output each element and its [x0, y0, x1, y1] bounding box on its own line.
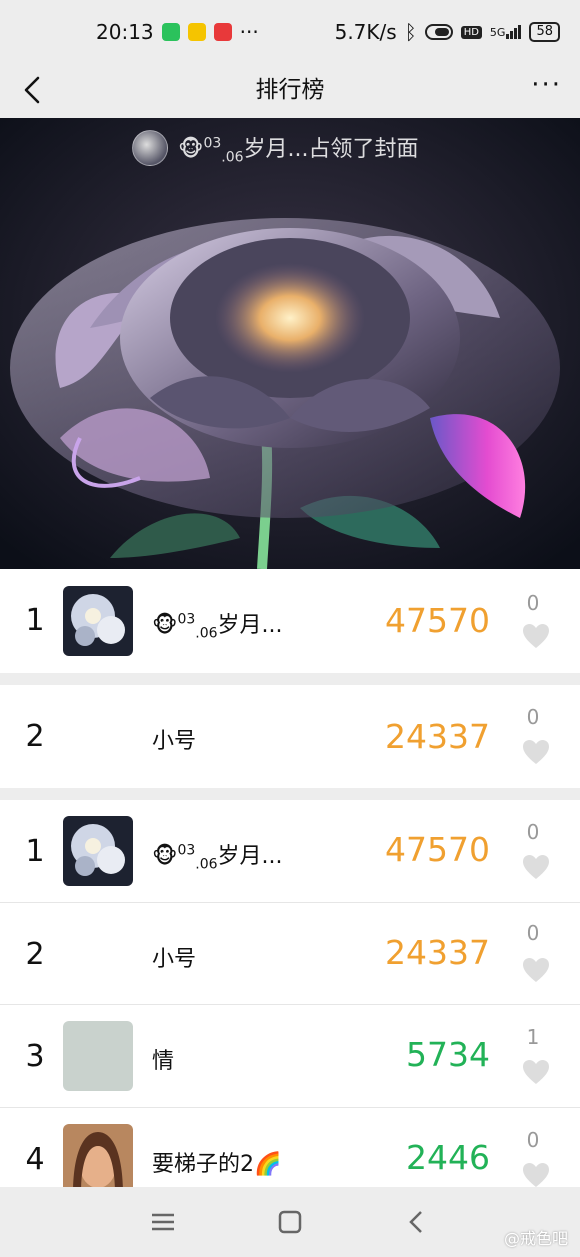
user-name-text: 岁月... [217, 613, 283, 638]
user-name: 要梯子的2🌈 [152, 1152, 282, 1177]
rank-number: 3 [25, 1039, 45, 1074]
cover-caption-sub: .06 [221, 149, 244, 166]
battery-indicator: 58 [529, 22, 560, 42]
more-notifications-icon: ··· [239, 20, 259, 44]
user-name: 🐵03.06岁月... [152, 607, 283, 642]
heart-icon[interactable] [522, 739, 550, 765]
rank-number: 2 [25, 719, 45, 754]
user-name: 🐵03.06岁月... [152, 838, 283, 873]
step-count: 47570 [385, 830, 490, 869]
rank-number: 1 [25, 834, 45, 869]
like-count: 0 [526, 705, 540, 729]
delivery-app-icon [187, 23, 206, 41]
toggle-icon [424, 24, 453, 40]
avatar[interactable] [63, 1021, 133, 1091]
cover-caption: 🐵03.06岁月...占领了封面 [132, 130, 419, 166]
step-count: 5734 [406, 1035, 490, 1074]
like-count: 0 [526, 591, 540, 615]
avatar[interactable] [63, 586, 133, 656]
heart-icon[interactable] [522, 1162, 550, 1188]
cover-image: 🐵03.06岁月...占领了封面 [0, 118, 580, 569]
watermark: @戒色吧 [503, 1229, 568, 1248]
like-count: 1 [526, 1025, 540, 1049]
user-name: 小号 [152, 729, 197, 754]
list-item[interactable]: 4 要梯子的2🌈 2446 0 [0, 1108, 580, 1188]
status-right: 5.7K/s ᛒ HD 5G 58 [335, 20, 560, 44]
user-name-emoji: 🐵 [152, 613, 178, 638]
home-icon[interactable] [275, 1207, 305, 1237]
more-button[interactable]: ··· [531, 70, 562, 100]
flower-illustration [0, 118, 580, 569]
menu-icon[interactable] [148, 1207, 178, 1237]
user-name: 小号 [152, 947, 197, 972]
user-name-sup: 03 [177, 842, 196, 859]
system-nav-bar: @戒色吧 [0, 1187, 580, 1257]
cover-avatar[interactable] [132, 130, 168, 166]
top-rank-row[interactable]: 2 小号 24337 0 [0, 685, 580, 788]
list-item[interactable]: 2 小号 24337 0 [0, 903, 580, 1004]
status-left: 20:13 ··· [96, 20, 259, 44]
heart-icon[interactable] [522, 1059, 550, 1085]
network-type: 5G [489, 26, 506, 39]
heart-icon[interactable] [522, 957, 550, 983]
my-rank-row[interactable]: 1 🐵03.06岁月... 47570 0 [0, 569, 580, 673]
list-item[interactable]: 1 🐵03.06岁月... 47570 0 [0, 800, 580, 902]
step-count: 2446 [406, 1138, 490, 1177]
flower-avatar-image [63, 586, 133, 656]
user-name-emoji: 🐵 [152, 844, 178, 869]
user-name: 情 [152, 1049, 175, 1074]
user-name-sup: 03 [177, 611, 196, 628]
step-count: 24337 [385, 933, 490, 972]
rank-number: 4 [25, 1142, 45, 1177]
page-title: 排行榜 [255, 77, 325, 103]
like-count: 0 [526, 820, 540, 844]
status-bar: 20:13 ··· 5.7K/s ᛒ HD 5G 58 [0, 0, 580, 64]
list-item[interactable]: 3 情 5734 1 [0, 1005, 580, 1107]
cover-caption-emoji: 🐵 [178, 136, 204, 162]
signal-icon: 5G [490, 25, 522, 39]
hd-badge: HD [460, 25, 482, 39]
flower-avatar-image [63, 816, 133, 886]
cover-caption-text: 🐵03.06岁月...占领了封面 [178, 131, 419, 165]
avatar[interactable] [63, 1124, 133, 1188]
person-avatar-image [63, 1124, 133, 1188]
user-name-sub: .06 [195, 856, 218, 873]
user-name-text: 岁月... [217, 844, 283, 869]
like-count: 0 [526, 1128, 540, 1152]
avatar[interactable] [63, 816, 133, 886]
rank-number: 1 [25, 603, 45, 638]
cover-caption-label: 岁月...占领了封面 [243, 136, 419, 162]
step-count: 24337 [385, 717, 490, 756]
step-count: 47570 [385, 601, 490, 640]
shopping-app-icon [213, 23, 232, 41]
cover-caption-sup: 03 [203, 135, 222, 152]
rank-number: 2 [25, 937, 45, 972]
heart-icon[interactable] [522, 854, 550, 880]
wallet-app-icon [161, 23, 180, 41]
heart-icon[interactable] [522, 623, 550, 649]
nav-bar: 排行榜 ··· [0, 64, 580, 118]
like-count: 0 [526, 921, 540, 945]
status-time: 20:13 [96, 20, 154, 44]
back-nav-icon[interactable] [402, 1207, 432, 1237]
user-name-sub: .06 [195, 625, 218, 642]
bluetooth-icon: ᛒ [404, 20, 417, 44]
network-speed: 5.7K/s [334, 20, 397, 44]
